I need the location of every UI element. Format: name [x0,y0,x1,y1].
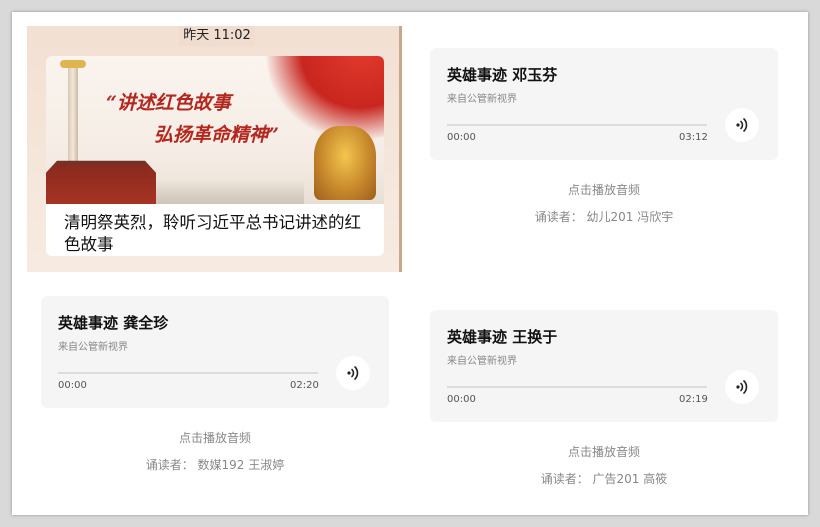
sound-wave-icon [736,118,748,132]
time-start: 00:00 [447,394,476,405]
audio-card[interactable]: 英雄事迹 龚全珍 来自公管新视界 00:00 02:20 [41,296,389,408]
slogan-line-2: 弘扬革命精神” [154,124,279,146]
article-page: 昨天 11:02 “讲述红色故事 弘扬革命精神” 清明祭英烈，聆听习近平总书记讲… [12,12,808,515]
city-graphic [156,180,304,204]
audio-title: 英雄事迹 邓玉芬 [447,66,558,84]
progress-track[interactable] [447,124,707,126]
news-title-box: 清明祭英烈，聆听习近平总书记讲述的红色故事 [46,204,384,256]
play-hint: 点击播放音频 [567,445,640,459]
play-button[interactable] [725,370,759,404]
gate-graphic [46,160,156,204]
play-button[interactable] [336,356,370,390]
audio-title: 英雄事迹 王换于 [447,328,558,346]
audio-card[interactable]: 英雄事迹 邓玉芬 来自公管新视界 00:00 03:12 [430,48,778,160]
audio-source: 来自公管新视界 [447,94,517,105]
reader-credit: 诵读者： 广告201 高筱 [540,472,668,486]
column-top-graphic [60,60,86,68]
audio-card[interactable]: 英雄事迹 王换于 来自公管新视界 00:00 02:19 [430,310,778,422]
time-end: 02:19 [679,394,708,405]
time-end: 03:12 [679,132,708,143]
play-hint: 点击播放音频 [178,431,251,445]
audio-source: 来自公管新视界 [447,356,517,367]
news-title: 清明祭英烈，聆听习近平总书记讲述的红色故事 [64,213,361,254]
progress-track[interactable] [58,372,318,374]
banner-image: “讲述红色故事 弘扬革命精神” [46,56,384,204]
reader-credit: 诵读者： 数媒192 王淑婷 [145,458,285,472]
time-start: 00:00 [58,380,87,391]
lion-statue-graphic [314,126,376,200]
progress-track[interactable] [447,386,707,388]
slogan-line-1: “讲述红色故事 [106,92,231,114]
audio-source: 来自公管新视界 [58,342,128,353]
timestamp: 昨天 11:02 [179,26,255,46]
reader-credit: 诵读者： 幼儿201 冯欣宇 [534,210,674,224]
audio-title: 英雄事迹 龚全珍 [58,314,169,332]
sound-wave-icon [347,366,359,380]
play-hint: 点击播放音频 [567,183,640,197]
play-button[interactable] [725,108,759,142]
sound-wave-icon [736,380,748,394]
time-end: 02:20 [290,380,319,391]
column-graphic [68,64,78,164]
time-start: 00:00 [447,132,476,143]
news-card[interactable]: 昨天 11:02 “讲述红色故事 弘扬革命精神” 清明祭英烈，聆听习近平总书记讲… [27,26,402,272]
